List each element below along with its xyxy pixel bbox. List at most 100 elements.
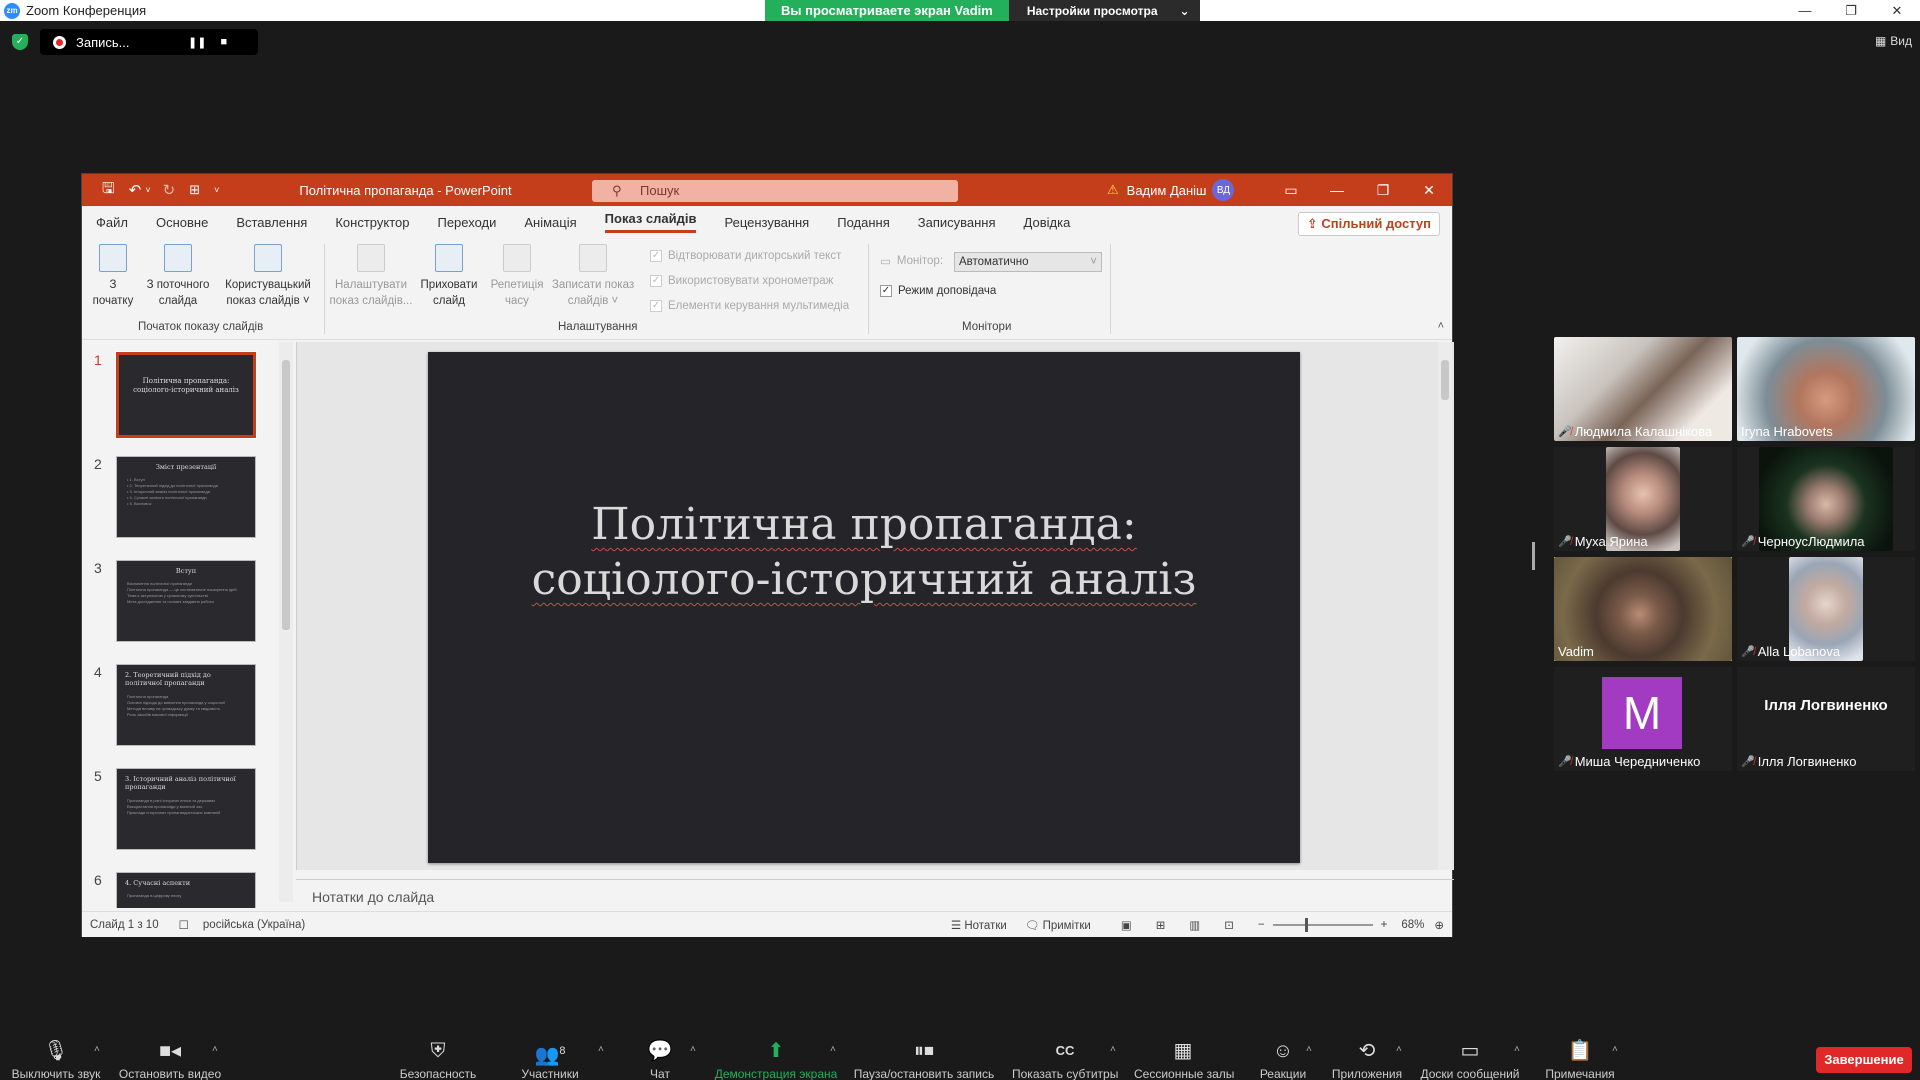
slide-thumbnail[interactable]: Зміст презентації • 1. Вступ • 2. Теорет… [116, 456, 256, 538]
thumbnails-scrollbar[interactable] [279, 342, 293, 902]
participant-tile[interactable]: 🎤̸ Людмила Калашнікова [1554, 337, 1732, 441]
save-icon[interactable]: 🖫 [102, 178, 115, 203]
current-slide[interactable]: Політична пропаганда: соціолого-історичн… [428, 352, 1300, 863]
ribbon-display-icon[interactable]: ▭ [1268, 174, 1314, 206]
participant-tile[interactable]: M 🎤̸ Миша Чередниченко [1554, 667, 1732, 771]
minimize-icon[interactable]: — [1782, 0, 1828, 21]
chevron-up-icon[interactable]: ˄ [1396, 1044, 1402, 1055]
zoom-in-icon[interactable]: + [1381, 919, 1388, 931]
participant-tile[interactable]: Ілля Логвиненко 🎤̸ Ілля Логвиненко [1737, 667, 1915, 771]
close-icon[interactable]: ✕ [1874, 0, 1920, 21]
participant-tile[interactable]: 🎤̸ Alla Lobanova [1737, 557, 1915, 661]
slide-thumbnail[interactable]: Політична пропаганда: соціолого-історичн… [115, 351, 257, 439]
redo-icon[interactable]: ↻ [163, 181, 176, 199]
slide-scrollbar[interactable] [1438, 342, 1452, 870]
share-button[interactable]: ⇪ Спільний доступ [1297, 212, 1440, 236]
mute-button[interactable]: 🎙 Выключить звук [10, 1040, 102, 1080]
chevron-up-icon[interactable]: ˄ [212, 1044, 218, 1055]
presenter-view-checkbox[interactable]: ✓ Режим доповідача [880, 285, 996, 297]
chevron-up-icon[interactable]: ˄ [1514, 1044, 1520, 1055]
menu-animations[interactable]: Анімація [524, 215, 576, 230]
slide-thumbnail[interactable]: 3. Історичний аналіз політичної пропаган… [116, 768, 256, 850]
timings-checkbox[interactable]: ✓ Використовувати хронометраж [650, 275, 833, 287]
language-indicator[interactable]: російська (Україна) [203, 919, 305, 931]
fit-slide-icon[interactable]: ⊕ [1434, 918, 1444, 932]
menu-insert[interactable]: Вставлення [236, 215, 307, 230]
menu-home[interactable]: Основне [156, 215, 208, 230]
menu-design[interactable]: Конструктор [335, 215, 409, 230]
menu-view[interactable]: Подання [837, 215, 890, 230]
rehearse-button[interactable]: Репетиція часу [484, 244, 550, 309]
slide-thumbnail[interactable]: 4. Сучасні аспекти Пропаганда в цифрову … [116, 872, 256, 908]
narration-checkbox[interactable]: ✓ Відтворювати дикторський текст [650, 250, 841, 262]
close-icon[interactable]: ✕ [1406, 174, 1452, 206]
spellcheck-icon[interactable]: ☐ [179, 918, 189, 932]
apps-button[interactable]: ⟲ Приложения [1330, 1040, 1404, 1080]
end-meeting-button[interactable]: Завершение [1816, 1047, 1912, 1073]
chevron-up-icon[interactable]: ˄ [1110, 1044, 1116, 1055]
notes-pane[interactable]: Нотатки до слайда [296, 879, 1454, 911]
whiteboards-button[interactable]: ▭ Доски сообщений [1418, 1040, 1522, 1080]
chevron-up-icon[interactable]: ˄ [598, 1044, 604, 1055]
media-controls-checkbox[interactable]: ✓ Елементи керування мультимедіа [650, 300, 849, 312]
zoom-slider[interactable] [1272, 917, 1373, 932]
chat-button[interactable]: 💬 Чат [640, 1040, 680, 1080]
zoom-out-icon[interactable]: − [1258, 919, 1265, 931]
security-button[interactable]: ⛨ Безопасность [398, 1040, 478, 1080]
participant-tile-active-speaker[interactable]: Vadim [1554, 557, 1732, 661]
slideshow-icon[interactable]: ⊡ [1224, 918, 1234, 932]
ppt-search-box[interactable]: ⚲ Пошук [592, 180, 958, 202]
scrollbar-thumb[interactable] [282, 360, 290, 630]
setup-show-button[interactable]: Налаштувати показ слайдів... [328, 244, 414, 309]
breakout-rooms-button[interactable]: ▦ Сессионные залы [1134, 1040, 1234, 1080]
share-screen-button[interactable]: ⬆ Демонстрация экрана [714, 1040, 838, 1080]
menu-slideshow[interactable]: Показ слайдів [604, 211, 697, 233]
collapse-ribbon-icon[interactable]: ˄ [1438, 320, 1444, 332]
chevron-up-icon[interactable]: ˄ [690, 1044, 696, 1055]
participant-tile[interactable]: Iryna Hrabovets [1737, 337, 1915, 441]
chevron-down-icon[interactable]: ˅ [145, 185, 150, 195]
stop-icon[interactable]: ■ [220, 36, 227, 48]
monitor-select[interactable]: Автоматично ˅ [954, 252, 1102, 272]
normal-view-icon[interactable]: ▣ [1121, 918, 1132, 932]
slide-sorter-icon[interactable]: ⊞ [1156, 918, 1166, 932]
notes-toggle-button[interactable]: ☰ Нотатки [951, 918, 1007, 932]
menu-transitions[interactable]: Переходи [437, 215, 496, 230]
video-button[interactable]: ■◂ Остановить видео [118, 1040, 222, 1080]
pause-stop-recording-button[interactable]: ⏸⏹ Пауза/остановить запись [852, 1040, 996, 1080]
menu-file[interactable]: Файл [96, 215, 128, 230]
custom-show-button[interactable]: Користувацький показ слайдів ˅ [218, 244, 318, 309]
chevron-up-icon[interactable]: ˄ [94, 1044, 100, 1055]
from-current-button[interactable]: З поточного слайда [138, 244, 218, 309]
slide-title[interactable]: Політична пропаганда: соціолого-історичн… [428, 497, 1300, 607]
participant-tile[interactable]: 🎤̸ ЧерноусЛюдмила [1737, 447, 1915, 551]
notes-button[interactable]: 📋 Примечания [1540, 1040, 1620, 1080]
slide-thumbnail[interactable]: 2. Теоретичний підхід до політичної проп… [116, 664, 256, 746]
present-icon[interactable]: ⊞ [189, 182, 200, 198]
restore-icon[interactable]: ❐ [1360, 174, 1406, 206]
zoom-slider-thumb[interactable] [1304, 917, 1308, 932]
participants-button[interactable]: 👥8 Участники [512, 1040, 588, 1080]
ppt-user[interactable]: ⚠ Вадим Даніш ВД [1107, 174, 1235, 206]
view-button[interactable]: ▦ Вид [1875, 34, 1912, 48]
from-start-button[interactable]: З початку [88, 244, 138, 309]
restore-icon[interactable]: ❐ [1828, 0, 1874, 21]
chevron-up-icon[interactable]: ˄ [1612, 1044, 1618, 1055]
slide-thumbnail[interactable]: Вступ Визначення політичної пропаганди П… [116, 560, 256, 642]
zoom-level[interactable]: 68% [1401, 919, 1424, 931]
record-show-button[interactable]: Записати показ слайдів ˅ [550, 244, 636, 309]
reactions-button[interactable]: ☺ Реакции [1258, 1040, 1308, 1080]
chevron-up-icon[interactable]: ˄ [830, 1044, 836, 1055]
customize-qat-icon[interactable]: ˅ [214, 185, 219, 195]
gallery-splitter[interactable] [1532, 542, 1535, 570]
captions-button[interactable]: CC Показать субтитры [1012, 1040, 1118, 1080]
menu-recording[interactable]: Записування [918, 215, 996, 230]
comments-button[interactable]: 🗨 Примітки [1025, 918, 1091, 932]
reading-view-icon[interactable]: ▥ [1189, 918, 1200, 932]
undo-icon[interactable]: ↶ [129, 181, 142, 199]
shield-icon[interactable]: ✓ [12, 34, 28, 50]
menu-help[interactable]: Довідка [1024, 215, 1071, 230]
minimize-icon[interactable]: — [1314, 174, 1360, 206]
view-options-button[interactable]: Настройки просмотра ⌄ [1008, 0, 1200, 21]
chevron-up-icon[interactable]: ˄ [1306, 1044, 1312, 1055]
